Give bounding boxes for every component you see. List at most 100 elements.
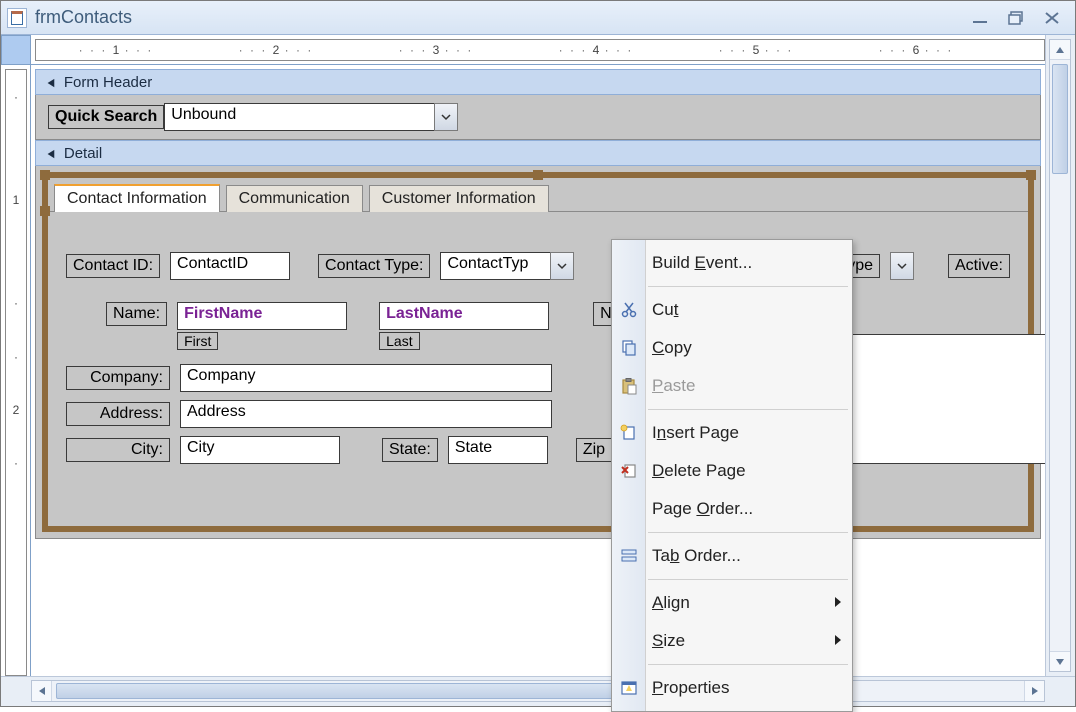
submenu-arrow-icon: [834, 631, 842, 651]
contact-id-label[interactable]: Contact ID:: [66, 254, 160, 278]
dropdown-button[interactable]: [550, 252, 574, 280]
tab-content: Contact ID: ContactID Contact Type: Cont…: [48, 212, 1028, 490]
active-label[interactable]: Active:: [948, 254, 1010, 278]
scroll-right-arrow-icon[interactable]: [1024, 681, 1044, 701]
scroll-down-arrow-icon[interactable]: [1050, 651, 1070, 671]
properties-icon: [618, 677, 640, 699]
design-canvas[interactable]: ◄ Form Header Quick Search Unbound: [31, 65, 1045, 676]
quick-search-label[interactable]: Quick Search: [48, 105, 164, 129]
state-label[interactable]: State:: [382, 438, 438, 462]
selection-handle[interactable]: [1026, 170, 1036, 180]
window-buttons: [967, 7, 1069, 29]
scissors-icon: [618, 299, 640, 321]
ruler-tick: 1: [6, 70, 26, 330]
menu-align[interactable]: Align: [612, 584, 852, 622]
contact-type-value[interactable]: ContactTyp: [440, 252, 550, 280]
quick-search-value[interactable]: Unbound: [164, 103, 434, 131]
last-sublabel[interactable]: Last: [379, 332, 419, 350]
window-title: frmContacts: [35, 7, 967, 28]
scroll-up-arrow-icon[interactable]: [1050, 40, 1070, 60]
contact-type-combo[interactable]: ContactTyp: [440, 252, 574, 280]
state-field[interactable]: State: [448, 436, 548, 464]
scroll-left-arrow-icon[interactable]: [32, 681, 52, 701]
tabs-row: Contact Information Communication Custom…: [48, 178, 1028, 212]
chevron-down-icon: [556, 260, 568, 272]
address-label[interactable]: Address:: [66, 402, 170, 426]
copy-icon: [618, 337, 640, 359]
ruler-tick: 6: [836, 43, 996, 57]
dropdown-button[interactable]: [434, 103, 458, 131]
dropdown-button[interactable]: [890, 252, 914, 280]
tab-control[interactable]: Contact Information Communication Custom…: [42, 172, 1034, 532]
ruler-vertical[interactable]: 1 2: [5, 69, 27, 676]
scroll-thumb[interactable]: [56, 683, 656, 699]
bottom-scroll-area: [1, 676, 1075, 706]
menu-separator: [648, 664, 848, 665]
ruler-tick: 4: [516, 43, 676, 57]
section-arrow-icon: ◄: [45, 74, 56, 90]
chevron-down-icon: [440, 111, 452, 123]
menu-paste: Paste: [612, 367, 852, 405]
section-arrow-icon: ◄: [45, 145, 56, 161]
selection-handle[interactable]: [533, 170, 543, 180]
titlebar: frmContacts: [1, 1, 1075, 35]
horizontal-scrollbar[interactable]: [31, 680, 1045, 702]
section-band-detail[interactable]: ◄ Detail: [35, 140, 1041, 166]
tab-contact-information[interactable]: Contact Information: [54, 184, 220, 212]
form-design-window: frmContacts 1 2 3 4 5 6: [0, 0, 1076, 707]
city-field[interactable]: City: [180, 436, 340, 464]
contact-type-label[interactable]: Contact Type:: [318, 254, 430, 278]
quick-search-combo[interactable]: Unbound: [164, 103, 458, 131]
ruler-tick: 5: [676, 43, 836, 57]
menu-separator: [648, 409, 848, 410]
tab-customer-information[interactable]: Customer Information: [369, 185, 549, 212]
outer-area: 1 2 3 4 5 6 1 2: [1, 35, 1075, 706]
restore-button[interactable]: [1003, 7, 1029, 29]
address-field[interactable]: Address: [180, 400, 552, 428]
company-field[interactable]: Company: [180, 364, 552, 392]
chevron-down-icon: [896, 260, 908, 272]
ruler-horizontal[interactable]: 1 2 3 4 5 6: [35, 39, 1045, 61]
company-label[interactable]: Company:: [66, 366, 170, 390]
menu-delete-page[interactable]: Delete Page: [612, 452, 852, 490]
zip-label[interactable]: Zip: [576, 438, 611, 462]
right-scroll-area: [1045, 35, 1075, 676]
ruler-tick: 1: [36, 43, 196, 57]
first-name-field[interactable]: FirstName: [177, 302, 347, 330]
menu-tab-order[interactable]: Tab Order...: [612, 537, 852, 575]
section-title: Form Header: [64, 74, 152, 91]
ruler-vertical-wrap: 1 2: [1, 65, 31, 676]
menu-separator: [648, 532, 848, 533]
detail-body: Contact Information Communication Custom…: [35, 166, 1041, 539]
new-page-icon: [618, 422, 640, 444]
tab-communication[interactable]: Communication: [226, 185, 363, 212]
menu-build-event[interactable]: Build Event...: [612, 244, 852, 282]
form-selector[interactable]: [1, 35, 31, 65]
last-name-field[interactable]: LastName: [379, 302, 549, 330]
delete-page-icon: [618, 460, 640, 482]
ruler-horizontal-wrap: 1 2 3 4 5 6: [31, 35, 1045, 65]
first-sublabel[interactable]: First: [177, 332, 218, 350]
menu-size[interactable]: Size: [612, 622, 852, 660]
form-icon: [7, 8, 27, 28]
menu-properties[interactable]: Properties: [612, 669, 852, 707]
section-band-form-header[interactable]: ◄ Form Header: [35, 69, 1041, 95]
selection-handle[interactable]: [40, 206, 50, 216]
form-header-body: Quick Search Unbound: [35, 95, 1041, 140]
name-label[interactable]: Name:: [106, 302, 167, 326]
vertical-scrollbar[interactable]: [1049, 39, 1071, 672]
minimize-button[interactable]: [967, 7, 993, 29]
menu-page-order[interactable]: Page Order...: [612, 490, 852, 528]
ruler-tick: 2: [196, 43, 356, 57]
scroll-thumb[interactable]: [1052, 64, 1068, 174]
close-button[interactable]: [1039, 7, 1065, 29]
ruler-tick: 3: [356, 43, 516, 57]
selection-handle[interactable]: [40, 170, 50, 180]
menu-cut[interactable]: Cut: [612, 291, 852, 329]
city-label[interactable]: City:: [66, 438, 170, 462]
menu-copy[interactable]: Copy: [612, 329, 852, 367]
notes-textbox[interactable]: [828, 334, 1045, 464]
menu-insert-page[interactable]: Insert Page: [612, 414, 852, 452]
contact-id-field[interactable]: ContactID: [170, 252, 290, 280]
menu-separator: [648, 579, 848, 580]
